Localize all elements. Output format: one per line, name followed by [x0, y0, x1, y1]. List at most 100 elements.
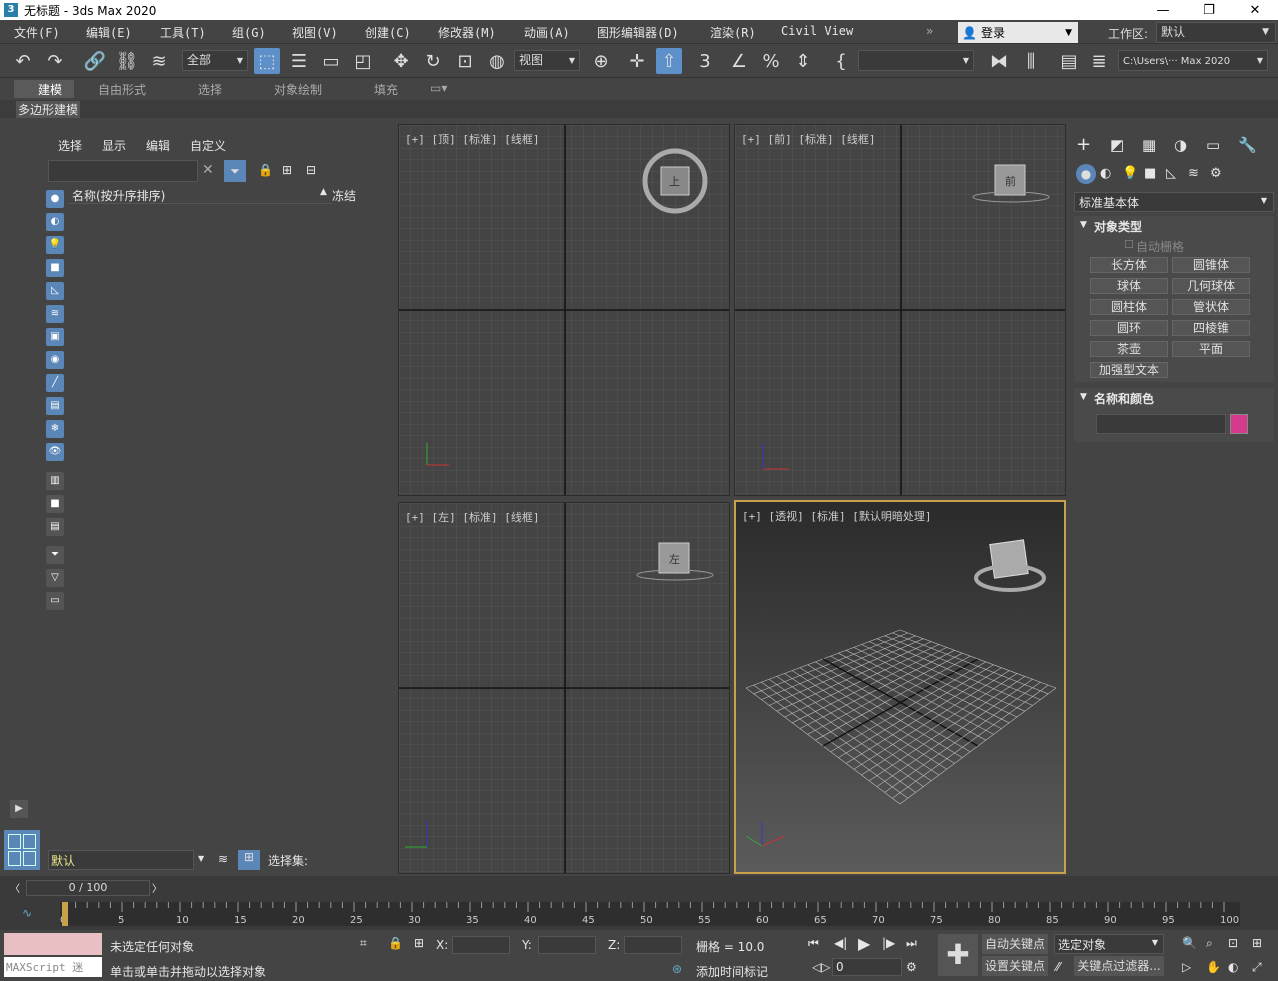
next-frame-icon[interactable]: 〉: [152, 880, 162, 895]
viewport-top-label[interactable]: [+] [顶] [标准] [线框]: [405, 131, 539, 147]
hierarchy-sort-icon[interactable]: ⊟: [306, 163, 316, 177]
redo-icon[interactable]: ↷: [42, 48, 68, 74]
autogrid-checkbox[interactable]: ☐: [1124, 238, 1134, 251]
rect-selection-icon[interactable]: ▭: [318, 48, 344, 74]
named-selection-dropdown[interactable]: ▼: [858, 50, 974, 71]
viewport-front[interactable]: [+] [前] [标准] [线框] 前: [734, 124, 1066, 496]
scale-icon[interactable]: ⊡: [452, 48, 478, 74]
lights-icon[interactable]: 💡: [1122, 166, 1138, 181]
se-display-invert-icon[interactable]: ▤: [46, 518, 64, 536]
se-xrefs-icon[interactable]: ◉: [46, 351, 64, 369]
time-slider[interactable]: 0 / 100: [26, 880, 150, 896]
prev-frame-icon[interactable]: 〈: [10, 880, 20, 895]
se-groups-icon[interactable]: ▣: [46, 328, 64, 346]
se-menu-customize[interactable]: 自定义: [190, 137, 226, 154]
rotate-icon[interactable]: ↻: [420, 48, 446, 74]
chevron-down-icon[interactable]: ▼: [198, 854, 204, 863]
maxscript-listener-top[interactable]: [4, 933, 102, 955]
torus-button[interactable]: 圆环: [1090, 320, 1168, 336]
tube-button[interactable]: 管状体: [1172, 299, 1250, 315]
minimize-button[interactable]: —: [1140, 0, 1186, 20]
absolute-mode-icon[interactable]: ⊞: [414, 936, 424, 950]
spinner-snap-icon[interactable]: ⇕: [790, 48, 816, 74]
se-col-name[interactable]: 名称(按升序排序): [72, 187, 165, 204]
set-keys-big-icon[interactable]: ✚: [938, 934, 978, 976]
play-icon[interactable]: ▶: [858, 934, 870, 953]
hierarchy-icon[interactable]: ⊞: [282, 163, 292, 177]
layers-icon[interactable]: ≋: [218, 852, 228, 866]
geometry-icon[interactable]: ●: [1076, 164, 1096, 184]
ribbon-tab-populate[interactable]: 填充: [374, 81, 398, 98]
unlink-icon[interactable]: ⛓: [114, 48, 140, 74]
menu-civil-view[interactable]: Civil View: [781, 24, 853, 38]
object-type-title[interactable]: 对象类型: [1094, 218, 1142, 235]
pivot-center-icon[interactable]: ⊕: [588, 48, 614, 74]
rollout-collapse-icon[interactable]: ▼: [1080, 220, 1087, 230]
helpers-icon[interactable]: ◺: [1166, 166, 1176, 181]
category-dropdown[interactable]: 标准基本体 ▼: [1074, 192, 1274, 212]
viewport-top[interactable]: [+] [顶] [标准] [线框] 上: [398, 124, 730, 496]
maximize-viewport-icon[interactable]: ⤢: [1252, 960, 1262, 975]
se-cameras-icon[interactable]: ■: [46, 259, 64, 277]
menu-graph-editors[interactable]: 图形编辑器(D): [597, 24, 679, 41]
key-filters-button[interactable]: 关键点过滤器...: [1074, 956, 1164, 976]
se-geometry-icon[interactable]: ●: [46, 190, 64, 208]
se-helpers-icon[interactable]: ◺: [46, 282, 64, 300]
viewcube-front-text[interactable]: 前: [1005, 173, 1016, 189]
object-color-swatch[interactable]: [1230, 414, 1248, 434]
zoom-icon[interactable]: 🔍: [1182, 936, 1197, 950]
viewport-perspective[interactable]: [+] [透视] [标准] [默认明暗处理]: [734, 500, 1066, 874]
project-path-dropdown[interactable]: C:\Users\··· Max 2020 ▼: [1118, 50, 1268, 71]
key-filter-icon[interactable]: ⁄⁄: [1056, 960, 1060, 974]
bind-space-warp-icon[interactable]: ≋: [146, 48, 172, 74]
curve-editor-icon[interactable]: ∿: [22, 906, 32, 920]
window-crossing-icon[interactable]: ◰: [350, 48, 376, 74]
menu-modifiers[interactable]: 修改器(M): [438, 24, 496, 41]
se-menu-select[interactable]: 选择: [58, 137, 82, 154]
align-icon[interactable]: ⫼: [1018, 48, 1044, 74]
se-shapes-icon[interactable]: ◐: [46, 213, 64, 231]
maxscript-listener-input[interactable]: MAXScript 迷: [4, 957, 102, 977]
viewcube-top-text[interactable]: 上: [669, 173, 680, 189]
se-containers-icon[interactable]: ▤: [46, 397, 64, 415]
auto-key-button[interactable]: 自动关键点: [982, 934, 1048, 954]
se-display-all-icon[interactable]: ▥: [46, 472, 64, 490]
manipulate-icon[interactable]: ✛: [624, 48, 650, 74]
create-tab-icon[interactable]: +: [1076, 134, 1091, 155]
se-lights-icon[interactable]: 💡: [46, 236, 64, 254]
trackbar[interactable]: 0510152025303540455055606570758085909510…: [60, 902, 1240, 926]
maximize-button[interactable]: ❐: [1186, 0, 1232, 20]
display-tab-icon[interactable]: ▭: [1206, 136, 1220, 154]
menu-tools[interactable]: 工具(T): [160, 24, 206, 41]
se-bones-icon[interactable]: ╱: [46, 374, 64, 392]
pyramid-button[interactable]: 四棱锥: [1172, 320, 1250, 336]
se-frozen-icon[interactable]: ❄: [46, 420, 64, 438]
isolate-icon[interactable]: ⌗: [360, 936, 367, 951]
time-config-icon[interactable]: ⚙: [906, 960, 917, 974]
prev-key-icon[interactable]: ◀|: [834, 936, 847, 950]
plane-button[interactable]: 平面: [1172, 341, 1250, 357]
z-coord-input[interactable]: [624, 936, 682, 954]
viewport-layout-icon[interactable]: [4, 830, 40, 870]
menu-animation[interactable]: 动画(A): [524, 24, 570, 41]
reference-coord-dropdown[interactable]: 视图 ▼: [514, 50, 580, 71]
viewport-front-label[interactable]: [+] [前] [标准] [线框]: [741, 131, 875, 147]
workspace-dropdown[interactable]: 默认 ▼: [1156, 22, 1276, 43]
shapes-icon[interactable]: ◐: [1100, 166, 1111, 181]
box-button[interactable]: 长方体: [1090, 257, 1168, 273]
zoom-all-icon[interactable]: ⌕: [1206, 936, 1213, 951]
menu-rendering[interactable]: 渲染(R): [710, 24, 756, 41]
clear-search-icon[interactable]: ✕: [202, 162, 214, 178]
rollout-collapse-icon[interactable]: ▼: [1080, 392, 1087, 402]
place-icon[interactable]: ◍: [484, 48, 510, 74]
selection-filter-dropdown[interactable]: 全部 ▼: [182, 50, 248, 71]
sphere-button[interactable]: 球体: [1090, 278, 1168, 294]
current-frame-input[interactable]: 0: [832, 958, 902, 976]
zoom-extents-all-icon[interactable]: ⊞: [1252, 936, 1262, 950]
field-of-view-icon[interactable]: ▷: [1182, 960, 1191, 974]
teapot-button[interactable]: 茶壶: [1090, 341, 1168, 357]
layer-dropdown[interactable]: 默认: [48, 850, 194, 870]
key-mode-icon[interactable]: ◁▷: [812, 960, 830, 974]
object-name-input[interactable]: [1096, 414, 1226, 434]
selection-lock-icon[interactable]: 🔒: [388, 936, 403, 950]
